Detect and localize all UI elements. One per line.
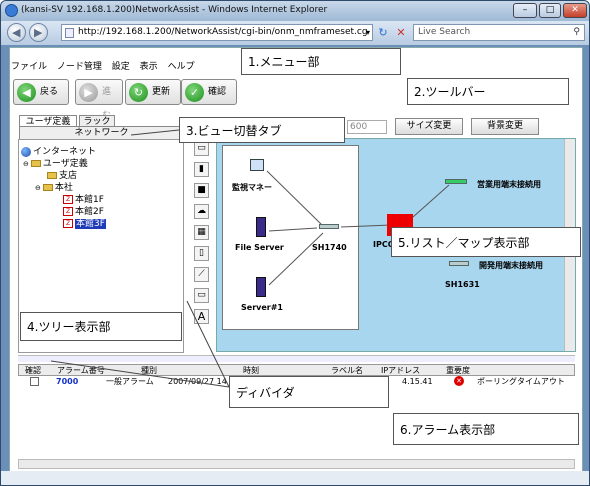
pointer-line [50, 360, 230, 388]
callout-pointers [50, 129, 230, 388]
pointer-line [186, 300, 230, 388]
pointer-line [130, 129, 180, 136]
browser-window: (kansi-SV 192.168.1.200)NetworkAssist - … [0, 0, 590, 486]
